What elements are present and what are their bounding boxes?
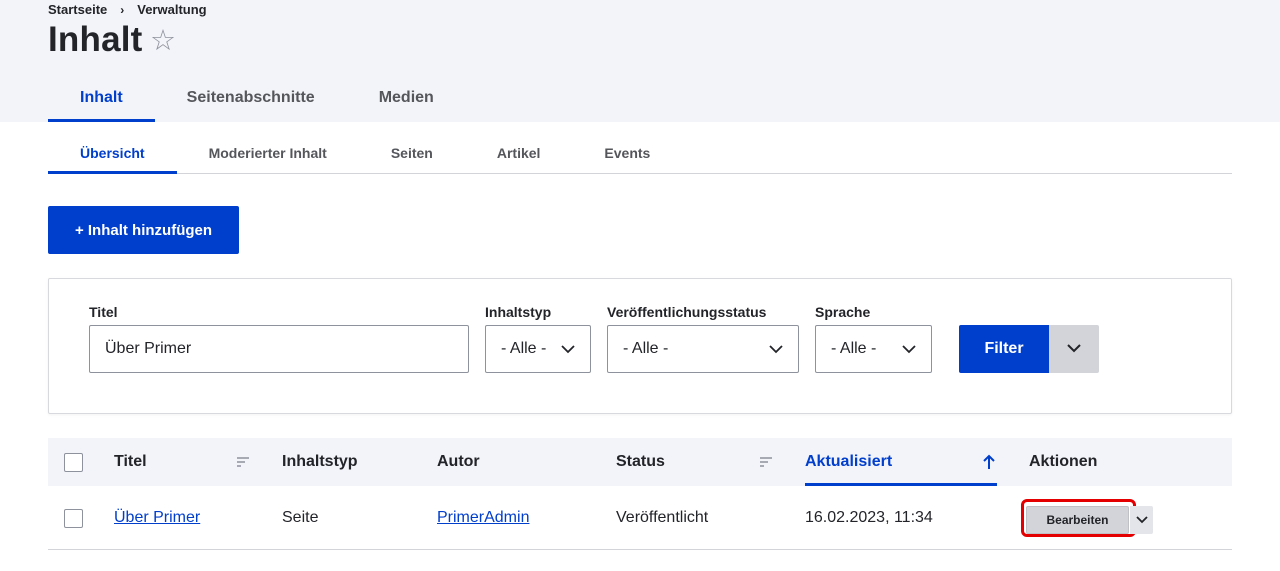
status-filter-label: Veröffentlichungsstatus [607, 304, 767, 320]
status-filter-select[interactable]: - Alle - [607, 325, 799, 373]
filter-dropdown-toggle[interactable] [1049, 325, 1099, 373]
breadcrumb-separator: › [120, 2, 125, 17]
chevron-down-icon [1067, 340, 1081, 358]
tab-seiten[interactable]: Seiten [359, 134, 465, 174]
column-updated[interactable]: Aktualisiert [805, 438, 892, 486]
tab-events[interactable]: Events [572, 134, 682, 174]
edit-button[interactable]: Bearbeiten [1026, 506, 1129, 534]
type-filter-label: Inhaltstyp [485, 304, 552, 320]
tab-uebersicht[interactable]: Übersicht [48, 134, 177, 174]
primary-tabs: Inhalt Seitenabschnitte Medien [48, 76, 466, 122]
sort-ascending-icon[interactable] [982, 454, 996, 469]
column-type: Inhaltstyp [282, 453, 358, 470]
breadcrumb-current[interactable]: Verwaltung [137, 2, 206, 17]
select-all-checkbox[interactable] [64, 453, 83, 472]
row-type: Seite [282, 509, 319, 526]
tab-moderierter-inhalt[interactable]: Moderierter Inhalt [177, 134, 359, 174]
tab-artikel[interactable]: Artikel [465, 134, 573, 174]
title-filter-input[interactable]: Über Primer [89, 325, 469, 373]
row-status: Veröffentlicht [616, 509, 709, 526]
row-checkbox[interactable] [64, 509, 83, 528]
chevron-down-icon [768, 341, 784, 357]
column-actions: Aktionen [1029, 453, 1098, 470]
language-filter-select[interactable]: - Alle - [815, 325, 932, 373]
row-title-link[interactable]: Über Primer [114, 509, 200, 527]
row-updated: 16.02.2023, 11:34 [805, 509, 933, 526]
title-filter-label: Titel [89, 304, 118, 320]
language-filter-label: Sprache [815, 304, 871, 320]
sort-icon[interactable] [759, 455, 773, 469]
type-filter-value: - Alle - [501, 340, 547, 357]
filter-button[interactable]: Filter [959, 325, 1049, 373]
column-title[interactable]: Titel [114, 438, 147, 486]
row-author-link[interactable]: PrimerAdmin [437, 509, 529, 527]
star-icon[interactable]: ☆ [150, 27, 176, 56]
table-header: Titel Inhaltstyp Autor Status Aktualisie… [48, 438, 1232, 486]
tab-medien[interactable]: Medien [347, 76, 466, 122]
title-filter-value: Über Primer [105, 340, 192, 357]
language-filter-value: - Alle - [831, 340, 877, 357]
type-filter-select[interactable]: - Alle - [485, 325, 591, 373]
filter-form: Titel Über Primer Inhaltstyp - Alle - Ve… [48, 278, 1232, 414]
page-header: Startseite › Verwaltung Inhalt ☆ Inhalt … [0, 0, 1280, 122]
column-author: Autor [437, 453, 480, 470]
tab-seitenabschnitte[interactable]: Seitenabschnitte [155, 76, 347, 122]
breadcrumb-home[interactable]: Startseite [48, 2, 107, 17]
sort-icon[interactable] [236, 455, 250, 469]
page-title: Inhalt [48, 20, 143, 59]
secondary-tabs: Übersicht Moderierter Inhalt Seiten Arti… [48, 134, 1232, 174]
add-content-button[interactable]: + Inhalt hinzufügen [48, 206, 239, 254]
chevron-down-icon [901, 341, 917, 357]
status-filter-value: - Alle - [623, 340, 669, 357]
chevron-down-icon [1135, 511, 1148, 529]
column-status[interactable]: Status [616, 438, 665, 486]
operations-dropdown-toggle[interactable] [1130, 506, 1153, 534]
tab-inhalt[interactable]: Inhalt [48, 76, 155, 122]
breadcrumb: Startseite › Verwaltung [48, 2, 207, 17]
chevron-down-icon [560, 341, 576, 357]
